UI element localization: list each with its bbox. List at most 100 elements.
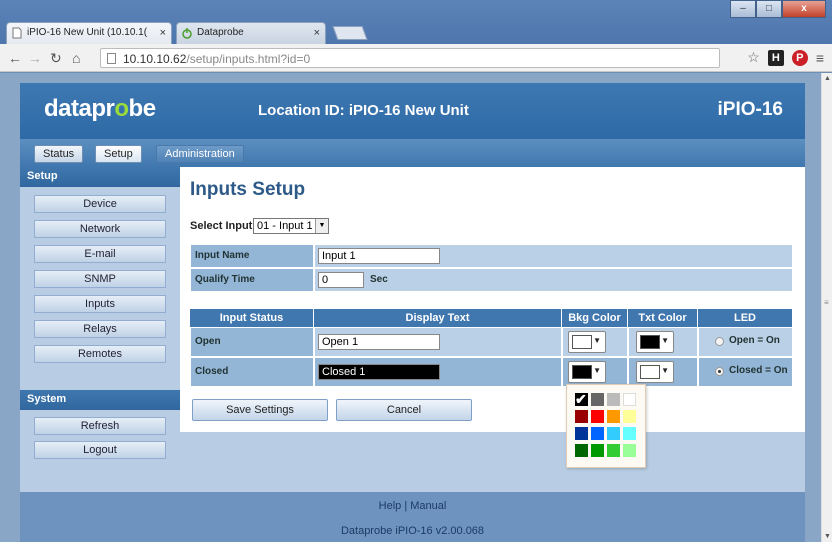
cancel-button[interactable]: Cancel [336, 399, 472, 421]
back-arrow-icon[interactable]: ← [8, 50, 22, 66]
led-closed-label: Closed = On [729, 365, 788, 376]
checkmark-icon: ✔ [575, 391, 587, 407]
tab-ipio-title: iPIO-16 New Unit (10.10.1( [27, 27, 148, 38]
location-id: Location ID: iPIO-16 New Unit [258, 102, 469, 119]
color-palette-popup: ✔ [566, 384, 646, 468]
sidebar-item-logout[interactable]: Logout [34, 441, 166, 459]
chevron-down-icon: ▼ [593, 336, 601, 345]
reload-icon[interactable]: ↻ [50, 50, 62, 67]
site-header: dataprobe Location ID: iPIO-16 New Unit … [20, 83, 805, 139]
bkg-color-closed-picker[interactable]: ▼ [568, 361, 606, 383]
extension-h-icon[interactable]: H [767, 49, 784, 66]
display-text-closed-field[interactable] [318, 364, 440, 380]
scroll-up-icon[interactable]: ▲ [824, 75, 831, 82]
txt-color-closed-picker[interactable]: ▼ [636, 361, 674, 383]
select-input-dropdown[interactable]: 01 - Input 1 ▼ [253, 218, 329, 234]
browser-toolbar: ← → ↻ ⌂ 10.10.10.62/setup/inputs.html?id… [0, 44, 832, 72]
palette-swatch[interactable] [591, 427, 604, 440]
qualify-time-field[interactable] [318, 272, 364, 288]
sidebar-item-network[interactable]: Network [34, 220, 166, 238]
header-input-status: Input Status [190, 309, 314, 327]
menu-icon[interactable]: ≡ [816, 50, 824, 66]
sidebar-item-inputs[interactable]: Inputs [34, 295, 166, 313]
sidebar-item-snmp[interactable]: SNMP [34, 270, 166, 288]
tab-status[interactable]: Status [34, 145, 84, 163]
sidebar-item-device[interactable]: Device [34, 195, 166, 213]
display-text-open-field[interactable] [318, 334, 440, 350]
home-icon[interactable]: ⌂ [72, 50, 80, 66]
maximize-button[interactable]: □ [756, 0, 782, 18]
sidebar-item-refresh[interactable]: Refresh [34, 417, 166, 435]
chevron-down-icon: ▼ [315, 219, 328, 233]
status-open-label: Open [195, 336, 221, 347]
bkg-color-closed-swatch [572, 365, 592, 379]
save-settings-button[interactable]: Save Settings [192, 399, 328, 421]
tab-close-icon[interactable]: × [160, 27, 166, 39]
txt-color-open-picker[interactable]: ▼ [636, 331, 674, 353]
palette-swatch[interactable] [591, 444, 604, 457]
new-tab-button[interactable] [332, 26, 368, 40]
chevron-down-icon: ▼ [661, 366, 669, 375]
bookmark-star-icon[interactable]: ☆ [747, 49, 760, 66]
browser-titlebar: iPIO-16 New Unit (10.10.1( × Dataprobe ×… [0, 0, 832, 44]
help-link[interactable]: Help [379, 500, 402, 512]
pinterest-icon[interactable]: P [791, 49, 808, 66]
scroll-down-icon[interactable]: ▼ [824, 533, 831, 540]
tab-close-icon[interactable]: × [314, 27, 320, 39]
palette-swatch[interactable] [623, 427, 636, 440]
palette-swatch[interactable] [623, 410, 636, 423]
footer-links: Help | Manual [20, 500, 805, 512]
dataprobe-logo: dataprobe [44, 95, 156, 123]
bkg-color-open-picker[interactable]: ▼ [568, 331, 606, 353]
logo-text: datapr [44, 95, 115, 122]
sidebar-item-relays[interactable]: Relays [34, 320, 166, 338]
palette-swatch[interactable]: ✔ [575, 391, 588, 407]
input-name-field[interactable] [318, 248, 440, 264]
txt-color-open-swatch [640, 335, 660, 349]
header-bkg-color: Bkg Color [562, 309, 628, 327]
url-text[interactable]: 10.10.10.62/setup/inputs.html?id=0 [123, 52, 310, 66]
chevron-down-icon: ▼ [593, 366, 601, 375]
palette-swatch[interactable] [623, 393, 636, 406]
url-path: /setup/inputs.html?id=0 [186, 52, 311, 66]
tab-dataprobe[interactable]: Dataprobe × [176, 22, 326, 44]
minimize-button[interactable]: – [730, 0, 756, 18]
top-nav: Status Setup Administration [20, 139, 805, 167]
page-viewport: dataprobe Location ID: iPIO-16 New Unit … [0, 73, 821, 542]
tab-setup[interactable]: Setup [95, 145, 142, 163]
status-closed-label: Closed [195, 366, 229, 377]
led-open-radio[interactable] [715, 337, 724, 346]
palette-swatch[interactable] [607, 393, 620, 406]
select-input-value: 01 - Input 1 [257, 220, 313, 232]
status-row-open: Open ▼ ▼ Open = On [190, 327, 793, 357]
palette-swatch[interactable] [591, 393, 604, 406]
palette-swatch[interactable] [623, 444, 636, 457]
tab-dataprobe-title: Dataprobe [197, 27, 244, 38]
palette-swatch[interactable] [607, 427, 620, 440]
page-scrollbar[interactable]: ▲ ≡ ▼ [821, 73, 832, 542]
palette-swatch[interactable] [575, 410, 588, 423]
palette-swatch[interactable] [607, 444, 620, 457]
sidebar: Setup Device Network E-mail SNMP Inputs … [20, 167, 180, 492]
palette-swatch[interactable] [575, 444, 588, 457]
content-background [180, 432, 805, 492]
sidebar-item-email[interactable]: E-mail [34, 245, 166, 263]
tab-ipio[interactable]: iPIO-16 New Unit (10.10.1( × [6, 22, 172, 44]
led-closed-radio[interactable] [715, 367, 724, 376]
manual-link[interactable]: Manual [410, 500, 446, 512]
page-icon [12, 27, 22, 39]
sidebar-item-remotes[interactable]: Remotes [34, 345, 166, 363]
power-icon [182, 28, 192, 39]
palette-swatch[interactable] [607, 410, 620, 423]
close-window-button[interactable]: x [782, 0, 826, 18]
forward-arrow-icon[interactable]: → [28, 50, 42, 66]
header-txt-color: Txt Color [628, 309, 698, 327]
tab-administration[interactable]: Administration [156, 145, 244, 163]
scroll-grip-icon[interactable]: ≡ [824, 298, 829, 307]
page-title: Inputs Setup [190, 179, 306, 200]
sidebar-heading-system: System [20, 390, 180, 410]
palette-swatch[interactable] [575, 427, 588, 440]
toolbar-actions: ☆ H P ≡ [747, 49, 824, 66]
palette-swatch[interactable] [591, 410, 604, 423]
address-bar[interactable]: 10.10.10.62/setup/inputs.html?id=0 [100, 48, 720, 68]
